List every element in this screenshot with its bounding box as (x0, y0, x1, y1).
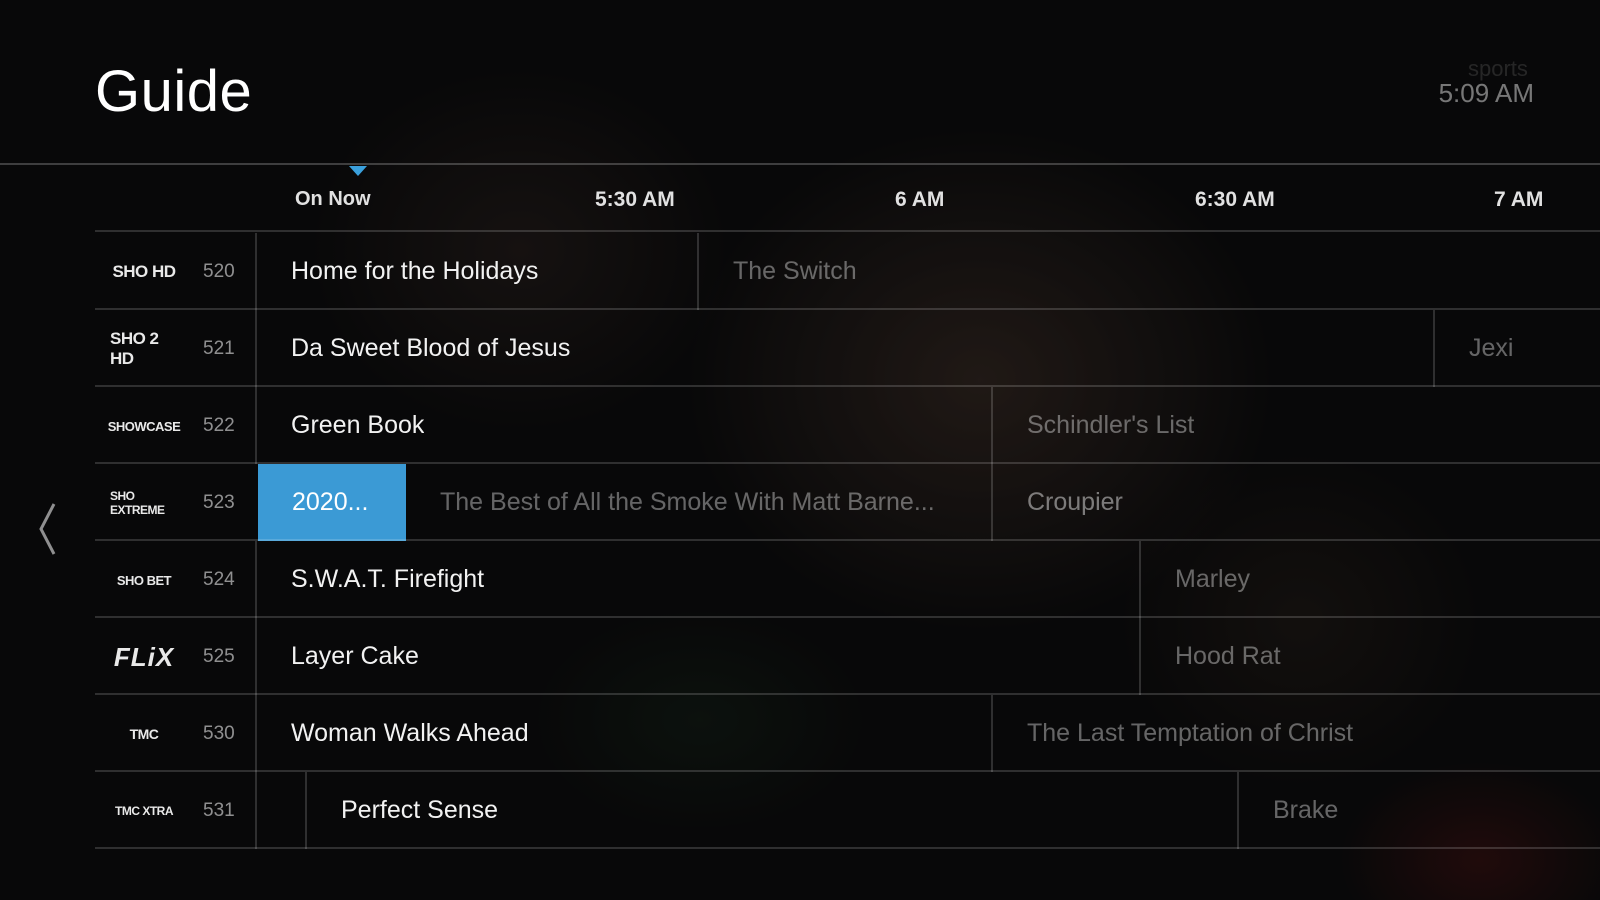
program-next[interactable]: The Switch (697, 233, 1600, 310)
page-title: Guide (95, 59, 253, 124)
channel-row: TMC 530 Woman Walks Ahead The Last Tempt… (95, 695, 1600, 772)
program-gap (255, 772, 305, 849)
program-current[interactable]: Green Book (255, 387, 991, 464)
program-title: Woman Walks Ahead (291, 719, 529, 747)
program-next[interactable]: Marley (1139, 541, 1600, 618)
timeline-label-now: On Now (295, 188, 371, 210)
row-divider (95, 847, 1600, 849)
channel-cell[interactable]: SHO 2 HD 521 (95, 310, 261, 387)
channel-logo: SHO EXTREME (110, 489, 165, 517)
program-title: Da Sweet Blood of Jesus (291, 334, 571, 362)
program-next[interactable]: The Last Temptation of Christ (991, 695, 1600, 772)
row-divider (95, 230, 1600, 232)
program-title: Marley (1175, 565, 1251, 593)
channel-row: TMC XTRA 531 Perfect Sense Brake (95, 772, 1600, 849)
channel-logo: SHOWCASE (107, 418, 181, 434)
chevron-left-icon[interactable] (36, 500, 58, 558)
program-title: Jexi (1469, 334, 1514, 362)
program-title: Schindler's List (1027, 411, 1195, 439)
program-title: Brake (1273, 796, 1339, 824)
program-title: Croupier (1027, 488, 1123, 516)
program-next[interactable]: Croupier (991, 464, 1600, 541)
program-current[interactable]: The Best of All the Smoke With Matt Barn… (406, 464, 991, 541)
channel-logo: TMC XTRA (115, 804, 174, 818)
channel-logo: TMC (129, 726, 159, 742)
channel-logo: SHO HD (112, 262, 176, 281)
channel-row: SHO BET 524 S.W.A.T. Firefight Marley (95, 541, 1600, 618)
timeline-label: 5:30 AM (595, 188, 675, 211)
timeline-label: 6 AM (895, 188, 945, 211)
timeline-label: 6:30 AM (1195, 188, 1275, 211)
channel-number: 520 (203, 261, 235, 282)
program-next[interactable]: Schindler's List (991, 387, 1600, 464)
program-title: The Switch (733, 257, 857, 285)
program-next[interactable]: Hood Rat (1139, 618, 1600, 695)
program-current[interactable]: Layer Cake (255, 618, 1139, 695)
program-current[interactable]: Home for the Holidays (255, 233, 697, 310)
channel-row: SHO 2 HD 521 Da Sweet Blood of Jesus Jex… (95, 310, 1600, 387)
now-marker-icon (349, 166, 367, 176)
guide-grid: SHO HD 520 Home for the Holidays The Swi… (95, 230, 1600, 859)
program-title: The Best of All the Smoke With Matt Barn… (440, 488, 935, 516)
program-title: Perfect Sense (341, 796, 499, 824)
channel-number: 530 (203, 723, 235, 744)
program-selected[interactable]: 2020... (258, 464, 406, 541)
program-title: Hood Rat (1175, 642, 1281, 670)
program-next[interactable]: Jexi (1433, 310, 1600, 387)
channel-cell[interactable]: SHO HD 520 (95, 233, 261, 310)
program-current[interactable]: S.W.A.T. Firefight (255, 541, 1139, 618)
program-title: Home for the Holidays (291, 257, 539, 285)
channel-logo: FLiX (113, 641, 175, 672)
channel-number: 531 (203, 800, 235, 821)
program-current[interactable]: Da Sweet Blood of Jesus (255, 310, 1433, 387)
channel-cell[interactable]: TMC XTRA 531 (95, 772, 261, 849)
clock: 5:09 AM (1438, 78, 1534, 108)
channel-row: SHO HD 520 Home for the Holidays The Swi… (95, 233, 1600, 310)
program-current[interactable]: Perfect Sense (305, 772, 1237, 849)
header-divider (0, 163, 1600, 165)
channel-cell[interactable]: SHO EXTREME 523 (95, 464, 261, 541)
channel-number: 522 (203, 415, 235, 436)
program-title: Layer Cake (291, 642, 419, 670)
channel-cell[interactable]: TMC 530 (95, 695, 261, 772)
program-title: The Last Temptation of Christ (1027, 719, 1354, 747)
channel-row: FLiX 525 Layer Cake Hood Rat (95, 618, 1600, 695)
program-title: 2020... (292, 488, 369, 516)
channel-number: 521 (203, 338, 235, 359)
channel-number: 524 (203, 569, 235, 590)
channel-row: SHO EXTREME 523 2020... The Best of All … (95, 464, 1600, 541)
channel-row: SHOWCASE 522 Green Book Schindler's List (95, 387, 1600, 464)
timeline-label: 7 AM (1494, 188, 1544, 211)
channel-logo: SHO BET (116, 572, 172, 588)
program-next[interactable]: Brake (1237, 772, 1600, 849)
program-title: S.W.A.T. Firefight (291, 565, 485, 593)
channel-cell[interactable]: FLiX 525 (95, 618, 261, 695)
channel-cell[interactable]: SHOWCASE 522 (95, 387, 261, 464)
channel-number: 523 (203, 492, 235, 513)
channel-cell[interactable]: SHO BET 524 (95, 541, 261, 618)
channel-number: 525 (203, 646, 235, 667)
program-title: Green Book (291, 411, 425, 439)
channel-logo: SHO 2 HD (110, 329, 159, 368)
program-current[interactable]: Woman Walks Ahead (255, 695, 991, 772)
